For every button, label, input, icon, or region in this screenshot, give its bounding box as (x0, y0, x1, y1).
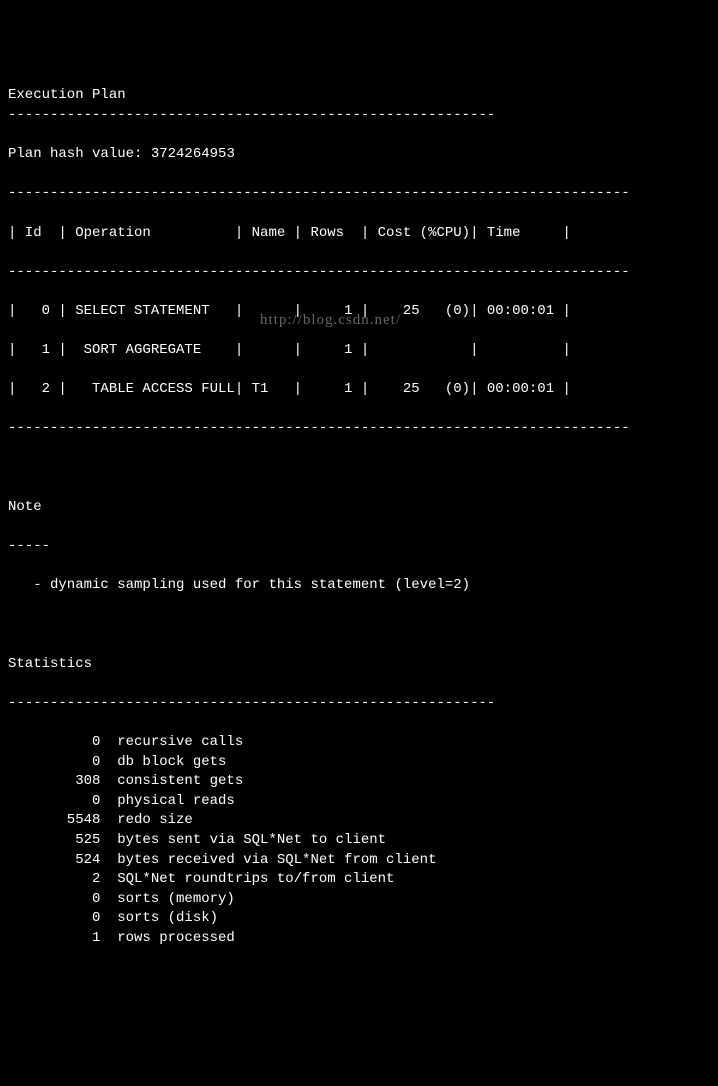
note-line: - dynamic sampling used for this stateme… (8, 576, 710, 596)
execution-plan-title: Execution Plan (8, 86, 710, 106)
plan-table-border-top: ----------------------------------------… (8, 184, 710, 204)
note-dash: ----- (8, 537, 710, 557)
watermark-text: http://blog.csdn.net/ (260, 310, 401, 331)
note-title: Note (8, 498, 710, 518)
plan-table-border-bottom: ----------------------------------------… (8, 419, 710, 439)
divider: ----------------------------------------… (8, 106, 710, 126)
plan-table-header: | Id | Operation | Name | Rows | Cost (%… (8, 224, 710, 244)
plan-table-row: | 1 | SORT AGGREGATE | | 1 | | | (8, 341, 710, 361)
statistics-list: 0 recursive calls 0 db block gets 308 co… (8, 733, 710, 949)
plan-hash-value: 3724264953 (151, 146, 235, 162)
plan-table-row: | 2 | TABLE ACCESS FULL| T1 | 1 | 25 (0)… (8, 380, 710, 400)
statistics-dash: ----------------------------------------… (8, 694, 710, 714)
plan-table-border-mid: ----------------------------------------… (8, 263, 710, 283)
statistics-title: Statistics (8, 655, 710, 675)
plan-hash-label: Plan hash value: (8, 146, 151, 162)
